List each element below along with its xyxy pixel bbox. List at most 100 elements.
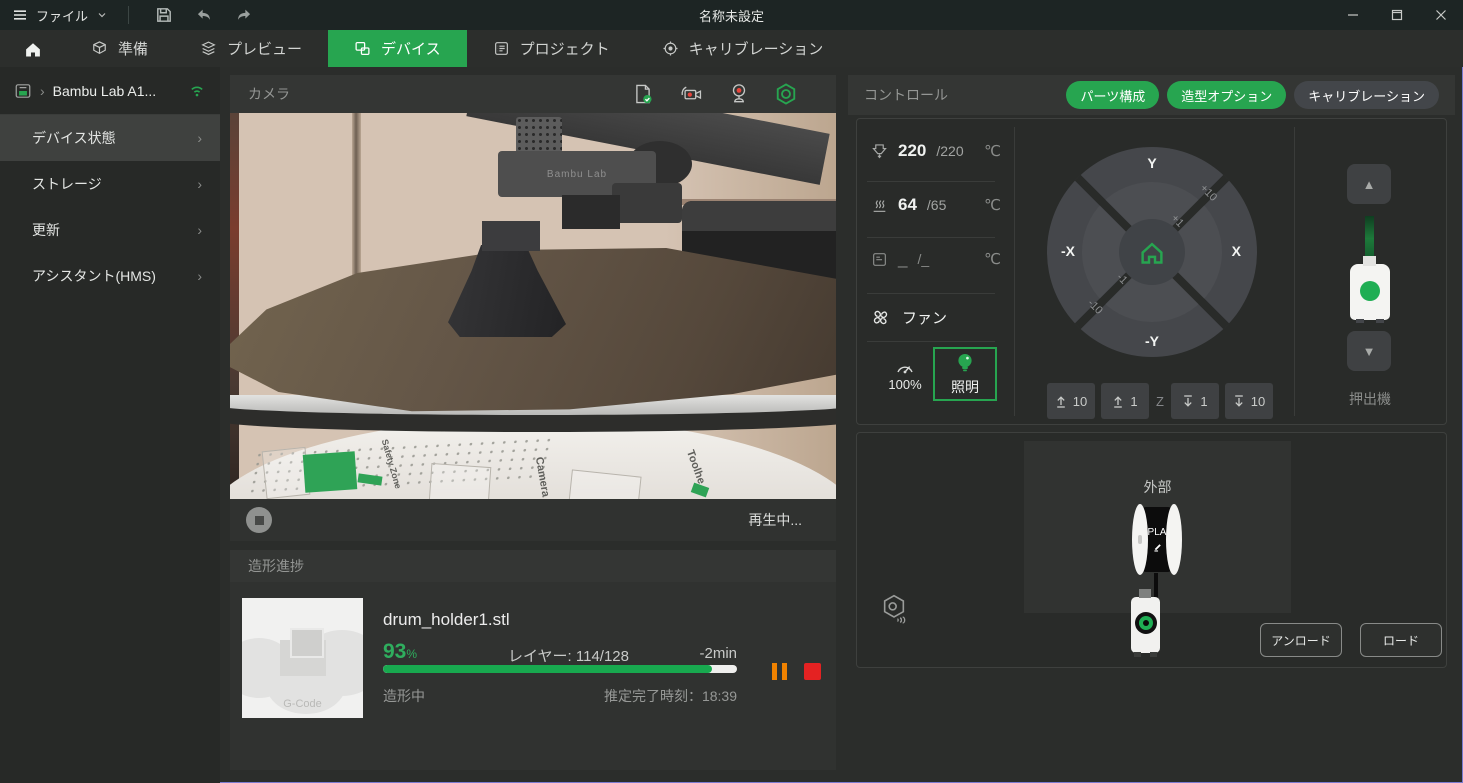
- sidebar-item-label: 更新: [32, 220, 197, 240]
- z-down-1-button[interactable]: 1: [1171, 383, 1219, 419]
- divider: [867, 293, 995, 294]
- nozzle-icon: [871, 143, 888, 160]
- z-controls: 10 1 Z 1 10: [1047, 383, 1273, 419]
- camera-panel: カメラ: [230, 75, 836, 541]
- undo-button[interactable]: [189, 3, 219, 27]
- sidebar-item-assistant[interactable]: アシスタント(HMS) ›: [0, 253, 220, 299]
- wifi-icon: [188, 83, 206, 99]
- stop-stream-button[interactable]: [246, 507, 272, 533]
- camera-video: Safety Zone Camera Toolhe Bambu Lab: [230, 113, 836, 499]
- nozzle-temp-row[interactable]: 220 /220 ℃: [871, 141, 1001, 161]
- redo-button[interactable]: [229, 3, 259, 27]
- progress-bar: [383, 665, 737, 673]
- filament-box: 外部 PLA アンロード ロード: [856, 432, 1447, 668]
- load-button[interactable]: ロード: [1360, 623, 1442, 657]
- temp-unit: ℃: [984, 142, 1001, 160]
- filament-type: PLA: [1148, 527, 1167, 538]
- sidebar-item-device-status[interactable]: デバイス状態 ›: [0, 115, 220, 161]
- speed-control[interactable]: 100%: [879, 349, 931, 401]
- tab-device-label: デバイス: [381, 38, 441, 59]
- device-selector[interactable]: › Bambu Lab A1...: [0, 67, 220, 115]
- tab-prepare[interactable]: 準備: [65, 30, 174, 67]
- tab-prepare-label: 準備: [118, 38, 148, 59]
- toolhead-mount: [612, 183, 682, 223]
- jog-pad-outer[interactable]: [1047, 147, 1257, 357]
- chevron-right-icon: ›: [197, 130, 202, 146]
- print-percent: 93%: [383, 640, 417, 664]
- edit-pencil-icon: [1152, 542, 1163, 553]
- unload-button[interactable]: アンロード: [1260, 623, 1342, 657]
- z-up-1-button[interactable]: 1: [1101, 383, 1149, 419]
- recording-file-icon[interactable]: [632, 83, 654, 105]
- bed-current-temp: 64: [898, 195, 917, 215]
- hamburger-icon: [12, 7, 28, 23]
- stop-print-button[interactable]: [804, 663, 821, 680]
- chamber-icon: [871, 251, 888, 268]
- temp-unit: ℃: [984, 196, 1001, 214]
- filament-spool[interactable]: PLA: [1132, 504, 1182, 575]
- divider: [867, 237, 995, 238]
- extruder-foot: [1376, 319, 1384, 323]
- axis-negx-label: -X: [1061, 243, 1075, 259]
- layers-icon: [200, 40, 217, 57]
- file-menu[interactable]: ファイル: [12, 6, 108, 25]
- device-icon: [354, 40, 371, 57]
- nozzle-current-temp: 220: [898, 141, 926, 161]
- print-options-button[interactable]: 造型オプション: [1167, 81, 1286, 109]
- divider: [1014, 127, 1015, 416]
- tab-bar: 準備 プレビュー デバイス プロジェクト キャリブレーション: [0, 30, 1463, 67]
- z-down-10-button[interactable]: 10: [1225, 383, 1273, 419]
- speed-value: 100%: [888, 377, 921, 392]
- stream-status: 再生中...: [748, 510, 820, 530]
- sidebar: › Bambu Lab A1... デバイス状態 › ストレージ › 更新 › …: [0, 67, 220, 783]
- fan-label: ファン: [902, 307, 947, 328]
- fan-row[interactable]: ファン: [871, 307, 947, 328]
- toolhead-lower-block: [562, 195, 620, 229]
- close-button[interactable]: [1419, 0, 1463, 30]
- light-label: 照明: [951, 377, 979, 397]
- z-up-10-button[interactable]: 10: [1047, 383, 1095, 419]
- time-remaining: -2min: [688, 645, 737, 662]
- chamber-target-temp: /_: [917, 251, 929, 267]
- extruder-foot: [1356, 319, 1364, 323]
- tab-project[interactable]: プロジェクト: [467, 30, 636, 67]
- progress-body: G-Code drum_holder1.stl 93% レイヤー: 114/12…: [230, 582, 836, 770]
- extruder-foot: [1134, 652, 1141, 657]
- cube-icon: [91, 40, 108, 57]
- save-button[interactable]: [149, 3, 179, 27]
- sidebar-item-update[interactable]: 更新 ›: [0, 207, 220, 253]
- home-icon: [23, 39, 43, 59]
- divider: [867, 341, 995, 342]
- extruder-green-dot: [1360, 281, 1380, 301]
- camera-title: カメラ: [248, 84, 290, 104]
- extrude-up-button[interactable]: ▲: [1347, 164, 1391, 204]
- tab-device[interactable]: デバイス: [328, 30, 467, 67]
- divider: [1294, 127, 1295, 416]
- calibration-button[interactable]: キャリブレーション: [1294, 81, 1439, 109]
- bed-temp-row[interactable]: 64 /65 ℃: [871, 195, 1001, 215]
- nozzle-settings-hexagon-icon[interactable]: [774, 82, 798, 106]
- thumbnail-picture-shape: [290, 628, 324, 658]
- sidebar-item-storage[interactable]: ストレージ ›: [0, 161, 220, 207]
- tab-home[interactable]: [0, 30, 65, 67]
- calibration-icon: [662, 40, 679, 57]
- sidebar-item-label: デバイス状態: [32, 128, 197, 148]
- minimize-button[interactable]: [1331, 0, 1375, 30]
- parts-config-button[interactable]: パーツ構成: [1066, 81, 1159, 109]
- light-toggle[interactable]: 照明: [933, 347, 997, 401]
- tab-calibration[interactable]: キャリブレーション: [636, 30, 850, 67]
- print-filename: drum_holder1.stl: [383, 610, 510, 630]
- home-button[interactable]: [1119, 219, 1185, 285]
- speed-gauge-icon: [895, 359, 915, 374]
- tab-preview[interactable]: プレビュー: [174, 30, 328, 67]
- maximize-button[interactable]: [1375, 0, 1419, 30]
- jog-pad: Y -X X -Y +10 +1 -1 -10: [1047, 147, 1257, 357]
- filament-settings-button[interactable]: [879, 593, 909, 625]
- progress-bar-fill: [383, 665, 712, 673]
- extrude-down-button[interactable]: ▼: [1347, 331, 1391, 371]
- timelapse-camera-icon[interactable]: [678, 83, 704, 105]
- pause-print-button[interactable]: [772, 663, 790, 680]
- progress-header: 造形進捗: [230, 550, 836, 582]
- camera-header: カメラ: [230, 75, 836, 113]
- webcam-icon[interactable]: [728, 82, 750, 106]
